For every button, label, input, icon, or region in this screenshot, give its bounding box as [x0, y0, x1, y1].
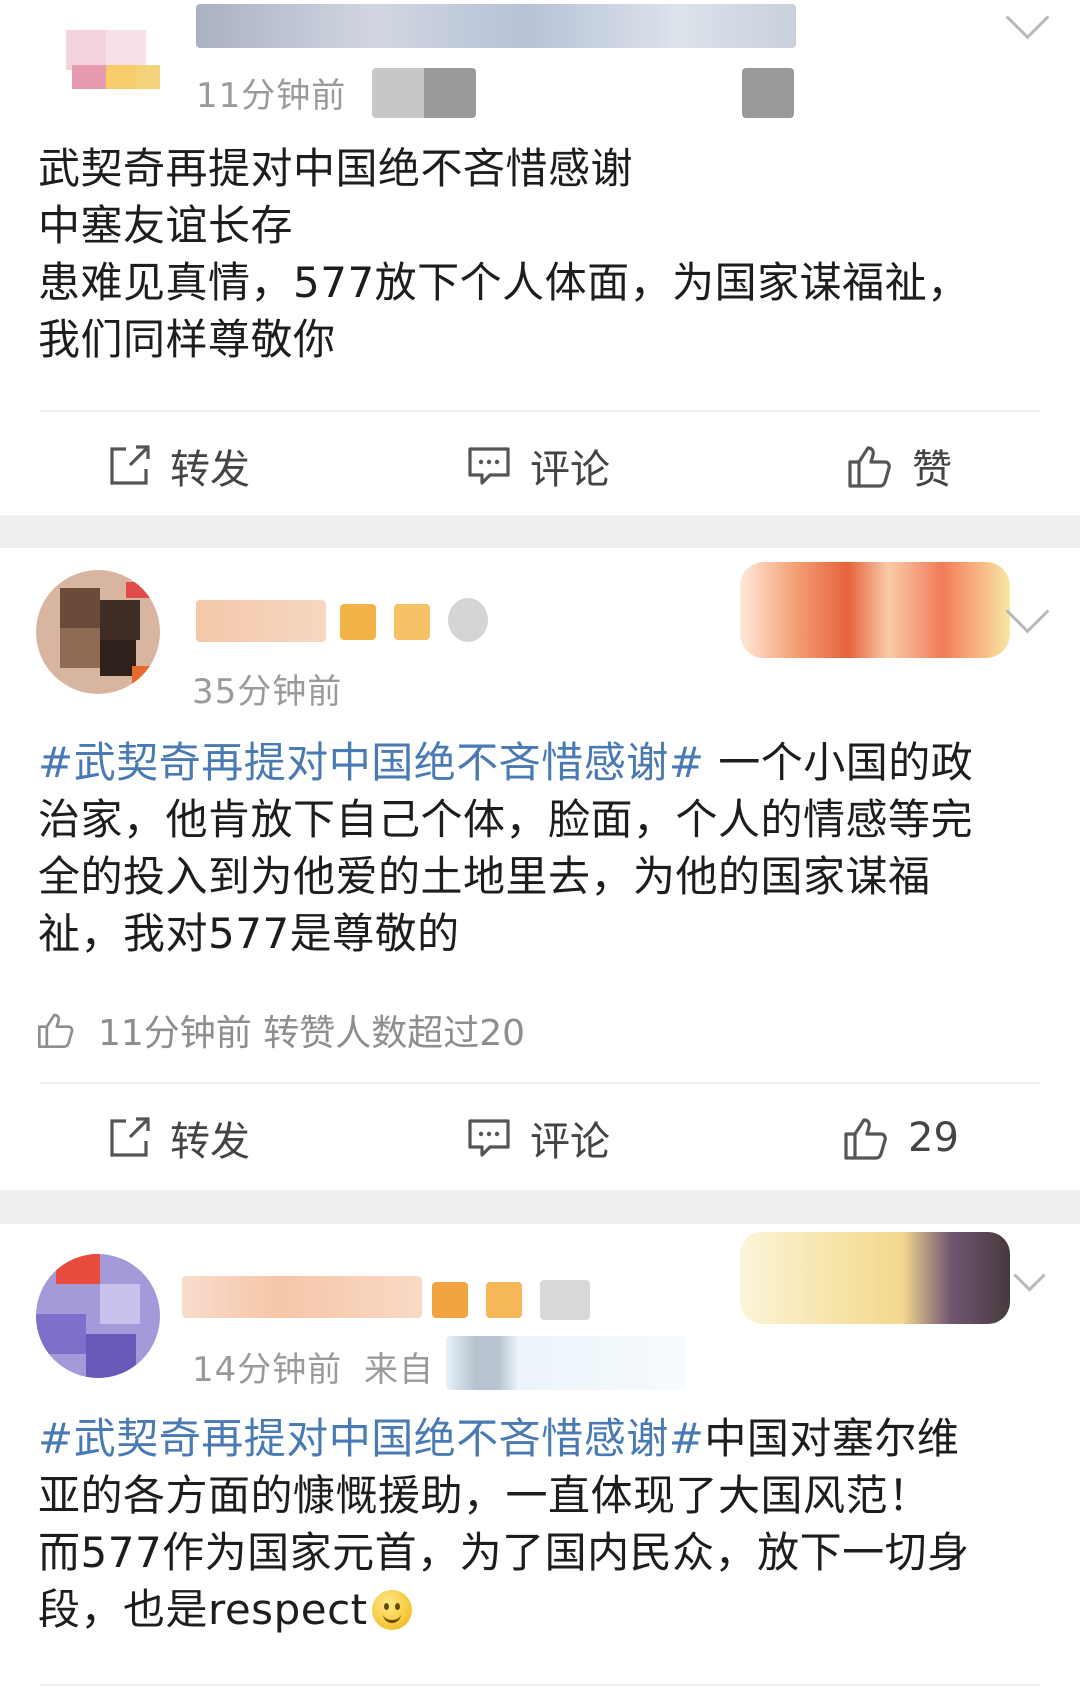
post-content: 武契奇再提对中国绝不吝惜感谢 中塞友谊长存 患难见真情，577放下个人体面，为国…	[38, 140, 1048, 368]
username-blurred	[540, 1280, 590, 1320]
weibo-feed: 11分钟前 武契奇再提对中国绝不吝惜感谢 中塞友谊长存 患难见真情，577放下个…	[0, 0, 1080, 1708]
action-bar: 转发 评论 29	[0, 1098, 1080, 1178]
content-line: 患难见真情，577放下个人体面，为国家谋福祉，	[38, 258, 970, 307]
like-count: 29	[908, 1115, 959, 1161]
content-line: 我们同样尊敬你	[38, 315, 336, 364]
username-blurred[interactable]	[196, 4, 796, 48]
content-line: 全的投入到为他爱的土地里去，为他的国家谋福	[38, 852, 931, 901]
like-button[interactable]: 29	[842, 1098, 959, 1178]
member-badge-blurred	[740, 1232, 1010, 1324]
like-label: 赞	[912, 447, 952, 493]
content-line: 亚的各方面的慷慨援助，一直体现了大国风范！	[38, 1471, 931, 1520]
content-line: 而577作为国家元首，为了国内民众，放下一切身	[38, 1528, 970, 1577]
repost-icon	[106, 443, 152, 489]
liked-info-text: 11分钟前 转赞人数超过20	[98, 1013, 526, 1054]
avatar[interactable]	[36, 570, 160, 694]
content-line: 祉，我对577是尊敬的	[38, 909, 460, 958]
avatar[interactable]	[36, 1254, 160, 1378]
content-line: 治家，他肯放下自己个体，脸面，个人的情感等完	[38, 795, 974, 844]
liked-info: 11分钟前 转赞人数超过20	[36, 1004, 525, 1056]
username-blurred	[340, 604, 376, 640]
chevron-down-icon[interactable]	[1005, 0, 1050, 40]
repost-label: 转发	[170, 447, 250, 493]
post-time: 14分钟前	[192, 1350, 343, 1390]
content-line: 武契奇再提对中国绝不吝惜感谢	[38, 144, 634, 193]
content-line: #武契奇再提对中国绝不吝惜感谢# 一个小国的政	[38, 734, 1048, 791]
source-prefix: 来自	[364, 1350, 434, 1390]
content-text: 段，也是respect	[38, 1585, 368, 1634]
thumbs-up-icon	[846, 442, 894, 490]
post-card: 11分钟前 武契奇再提对中国绝不吝惜感谢 中塞友谊长存 患难见真情，577放下个…	[0, 0, 1080, 515]
divider	[40, 1082, 1040, 1084]
repost-button[interactable]: 转发	[106, 426, 250, 506]
hashtag-link[interactable]: #武契奇再提对中国绝不吝惜感谢#	[38, 738, 704, 787]
avatar[interactable]	[36, 0, 160, 94]
chevron-down-icon[interactable]	[1005, 589, 1050, 634]
comment-icon	[466, 1115, 512, 1161]
repost-button[interactable]: 转发	[106, 1098, 250, 1178]
username-blurred[interactable]	[196, 600, 326, 642]
post-content: #武契奇再提对中国绝不吝惜感谢# 一个小国的政 治家，他肯放下自己个体，脸面，个…	[38, 734, 1048, 962]
chevron-down-icon[interactable]	[1013, 1259, 1046, 1292]
comment-button[interactable]: 评论	[466, 426, 610, 506]
comment-icon	[466, 443, 512, 489]
username-blurred[interactable]	[182, 1276, 422, 1318]
post-time: 11分钟前	[196, 76, 347, 116]
hashtag-link[interactable]: #武契奇再提对中国绝不吝惜感谢#	[38, 1414, 704, 1463]
feed-separator	[0, 515, 1080, 548]
post-content: #武契奇再提对中国绝不吝惜感谢#中国对塞尔维 亚的各方面的慷慨援助，一直体现了大…	[38, 1410, 1048, 1638]
action-bar: 转发 评论 赞	[0, 426, 1080, 506]
thumbs-up-icon	[842, 1114, 890, 1162]
username-blurred	[486, 1282, 522, 1318]
smile-emoji-icon	[371, 1590, 412, 1630]
post-time: 35分钟前	[192, 672, 343, 712]
like-button[interactable]: 赞	[846, 426, 952, 506]
source-blurred	[742, 68, 794, 118]
content-line: 中塞友谊长存	[38, 201, 294, 250]
content-line: #武契奇再提对中国绝不吝惜感谢#中国对塞尔维	[38, 1410, 1048, 1467]
username-blurred	[432, 1282, 468, 1318]
thumbs-up-icon	[36, 1010, 76, 1050]
comment-label: 评论	[530, 447, 610, 493]
divider	[40, 1684, 1040, 1686]
repost-icon	[106, 1115, 152, 1161]
divider	[40, 410, 1040, 412]
post-card: 35分钟前 #武契奇再提对中国绝不吝惜感谢# 一个小国的政 治家，他肯放下自己个…	[0, 548, 1080, 1190]
content-line: 段，也是respect	[38, 1581, 1048, 1638]
source-blurred	[372, 68, 476, 118]
member-badge-blurred	[740, 562, 1010, 658]
feed-separator	[0, 1190, 1080, 1224]
comment-label: 评论	[530, 1119, 610, 1165]
repost-label: 转发	[170, 1119, 250, 1165]
post-card: 14分钟前 来自 #武契奇再提对中国绝不吝惜感谢#中国对塞尔维 亚的各方面的慷慨…	[0, 1224, 1080, 1708]
content-text: 一个小国的政	[704, 738, 974, 787]
username-blurred	[448, 598, 488, 642]
comment-button[interactable]: 评论	[466, 1098, 610, 1178]
source-blurred[interactable]	[446, 1336, 686, 1390]
content-text: 中国对塞尔维	[704, 1414, 960, 1463]
username-blurred	[394, 604, 430, 640]
